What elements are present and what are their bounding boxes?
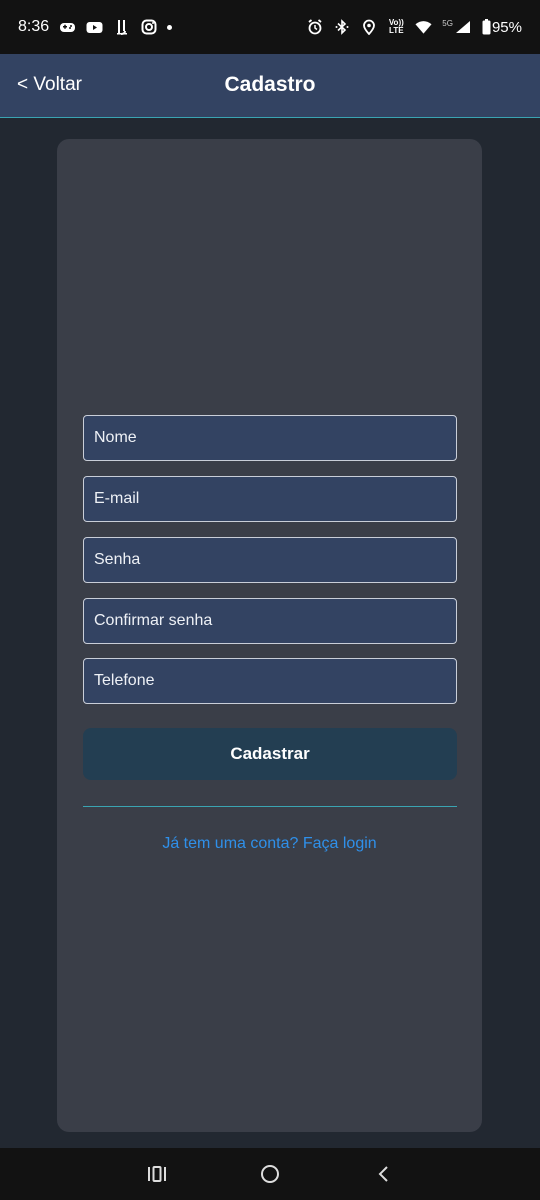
password-field[interactable] (83, 537, 457, 583)
clock: 8:36 (18, 18, 50, 35)
system-nav-bar (0, 1148, 540, 1200)
battery-icon (482, 19, 491, 36)
phone-field[interactable] (83, 658, 457, 704)
home-icon[interactable] (250, 1154, 290, 1194)
login-link[interactable]: Já tem uma conta? Faça login (57, 835, 482, 853)
location-icon (360, 19, 377, 36)
status-right: Vo)) LTE 5G 95% (306, 19, 522, 36)
notification-dot (167, 24, 173, 30)
bluetooth-icon (333, 19, 350, 36)
back-chevron-icon[interactable] (363, 1154, 403, 1194)
volte-icon: Vo)) LTE (387, 19, 405, 36)
status-left: 8:36 (18, 18, 173, 36)
signup-card: Cadastrar Já tem uma conta? Faça login (57, 139, 482, 1132)
recents-icon[interactable] (137, 1154, 177, 1194)
wifi-icon (415, 19, 432, 36)
game-controller-icon (59, 19, 76, 36)
name-field[interactable] (83, 415, 457, 461)
signup-screen: 8:36 Vo)) LTE 5G 95% < Voltar Cadastro N… (0, 0, 540, 1200)
email-field[interactable] (83, 476, 457, 522)
battery-percent: 95% (491, 18, 522, 36)
instagram-icon (140, 19, 157, 36)
status-bar: 8:36 Vo)) LTE 5G 95% (0, 0, 540, 54)
volte-bottom-label: LTE (389, 26, 404, 35)
app-header: < Voltar Cadastro (0, 54, 540, 118)
youtube-icon (86, 19, 103, 36)
signal-icon (455, 19, 472, 36)
alarm-icon (306, 19, 323, 36)
divider (83, 806, 457, 807)
linkedin-icon (113, 19, 130, 36)
back-button[interactable]: < Voltar (17, 74, 82, 96)
network-type-label: 5G (442, 18, 453, 28)
signup-button[interactable]: Cadastrar (83, 728, 457, 780)
confirm-password-field[interactable] (83, 598, 457, 644)
